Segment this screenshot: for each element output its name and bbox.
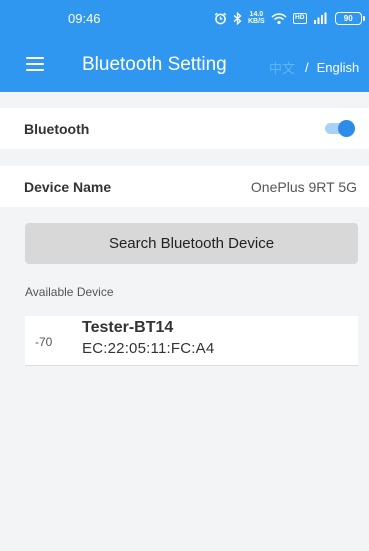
bluetooth-toggle[interactable] [325,120,355,137]
header: 09:46 14.0 KB/S HD 90 Bluetooth Setting … [0,0,369,92]
hamburger-menu-icon[interactable] [26,56,44,72]
device-name-label: Device Name [24,179,112,195]
lang-english-link[interactable]: English [317,60,360,75]
search-bluetooth-button[interactable]: Search Bluetooth Device [25,223,358,264]
device-list-item[interactable]: -70 Tester-BT14 EC:22:05:11:FC:A4 [25,316,358,366]
device-name-value: OnePlus 9RT 5G [250,179,357,195]
device-mac-address: EC:22:05:11:FC:A4 [82,340,215,357]
net-speed-unit: KB/S [248,18,265,25]
battery-icon: 90 [334,11,365,25]
alarm-icon [214,10,227,26]
net-speed-value: 14.0 [249,11,264,18]
device-name: Tester-BT14 [82,319,174,336]
app-bar: Bluetooth Setting 中文 / English [0,40,369,92]
lang-chinese-link[interactable]: 中文 [269,58,295,77]
page-title: Bluetooth Setting [82,54,227,75]
toggle-knob [338,120,355,137]
status-icons: 14.0 KB/S HD 90 [214,9,365,27]
wifi-icon [271,10,287,26]
lang-separator: / [305,60,309,75]
bluetooth-icon [233,10,242,26]
available-device-label: Available Device [25,285,114,299]
status-bar: 09:46 14.0 KB/S HD 90 [0,0,369,38]
bluetooth-row: Bluetooth [0,108,369,149]
device-name-row: Device Name OnePlus 9RT 5G [0,166,369,207]
bluetooth-label: Bluetooth [24,121,90,137]
hd-icon: HD [292,12,307,24]
language-switch: 中文 / English [269,58,359,77]
cell-signal-icon [313,10,329,26]
bluetooth-setting-screen: 09:46 14.0 KB/S HD 90 Bluetooth Setting … [0,0,369,551]
device-rssi: -70 [35,335,53,349]
status-time: 09:46 [68,11,101,26]
net-speed-indicator: 14.0 KB/S [248,11,265,25]
